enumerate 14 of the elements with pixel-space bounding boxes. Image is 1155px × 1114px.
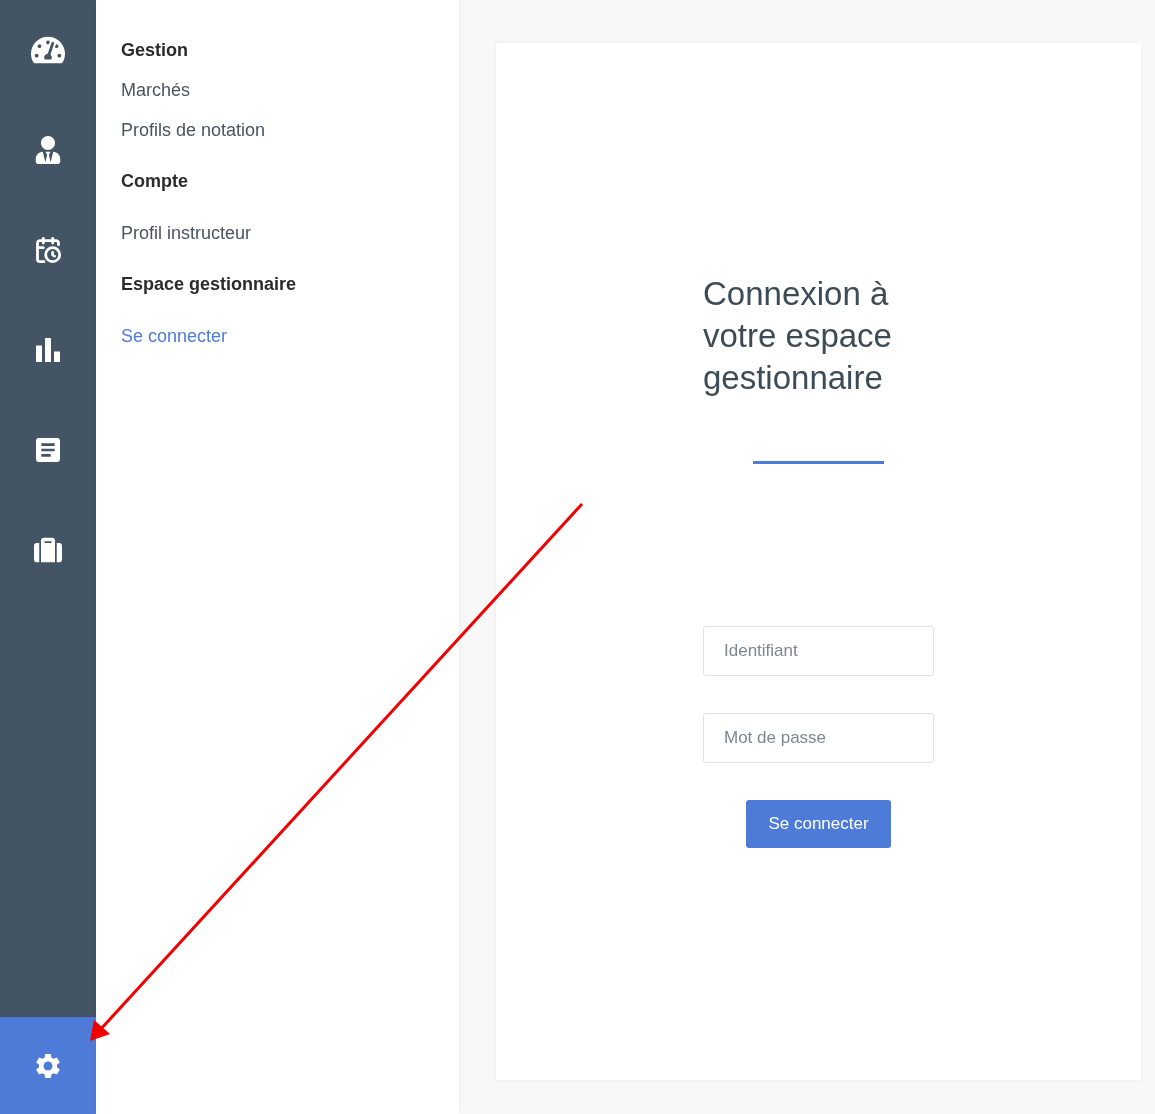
nav-button[interactable] <box>0 1017 96 1114</box>
menu-heading: Gestion <box>121 39 189 62</box>
calendar-clock-icon <box>34 236 62 264</box>
input-field[interactable]: Mot de passe <box>703 713 934 763</box>
login-title: Connexion à votre espace gestionnaire <box>703 274 893 398</box>
input-field[interactable]: Identifiant <box>703 626 934 676</box>
login-button[interactable]: Se connecter <box>746 800 891 848</box>
menu-link[interactable]: Profils de notation <box>121 117 266 143</box>
menu-link[interactable]: Profil instructeur <box>121 220 252 246</box>
suitcase-icon <box>34 536 62 564</box>
menu-link[interactable]: Marchés <box>121 77 191 103</box>
menu-heading: Espace gestionnaire <box>121 273 298 296</box>
menu-link[interactable]: Se connecter <box>121 323 228 349</box>
menu-heading: Compte <box>121 170 189 193</box>
